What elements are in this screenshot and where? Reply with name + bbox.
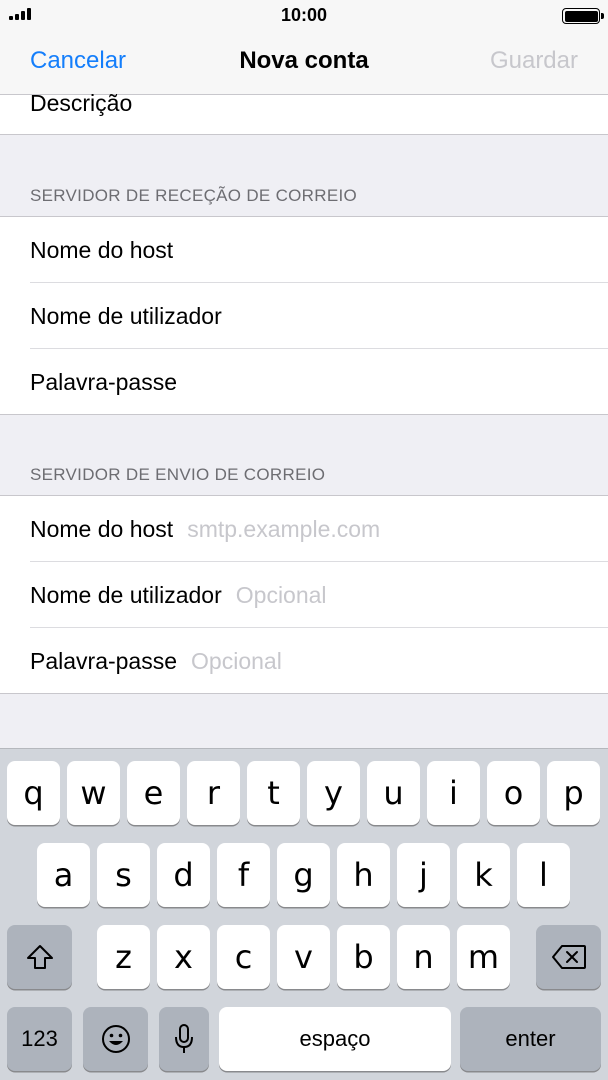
key-a[interactable]: a [37, 843, 90, 907]
key-d[interactable]: d [157, 843, 210, 907]
outgoing-username-input[interactable] [235, 581, 608, 609]
divider [0, 134, 608, 135]
key-n[interactable]: n [397, 925, 450, 989]
emoji-key[interactable] [83, 1007, 148, 1071]
outgoing-password-input[interactable] [191, 647, 608, 675]
shift-arrow-icon [26, 945, 53, 969]
key-y[interactable]: y [307, 761, 360, 825]
description-row[interactable]: Descrição [0, 90, 608, 135]
key-z[interactable]: z [97, 925, 150, 989]
divider [0, 693, 608, 694]
key-m[interactable]: m [457, 925, 510, 989]
key-e[interactable]: e [127, 761, 180, 825]
keyboard: q w e r t y u i o p a s d f g h j k l z … [0, 748, 608, 1080]
key-j[interactable]: j [397, 843, 450, 907]
space-key[interactable]: espaço [219, 1007, 451, 1071]
divider [0, 414, 608, 415]
key-f[interactable]: f [217, 843, 270, 907]
key-o[interactable]: o [487, 761, 540, 825]
key-u[interactable]: u [367, 761, 420, 825]
key-c[interactable]: c [217, 925, 270, 989]
dictation-key[interactable] [159, 1007, 209, 1071]
incoming-password-label: Palavra-passe [30, 368, 178, 395]
key-h[interactable]: h [337, 843, 390, 907]
key-l[interactable]: l [517, 843, 570, 907]
key-s[interactable]: s [97, 843, 150, 907]
navigation-bar: Cancelar Nova conta Guardar [0, 30, 608, 95]
shift-key[interactable] [7, 925, 72, 989]
outgoing-password-row[interactable]: Palavra-passe [0, 628, 608, 694]
save-button[interactable]: Guardar [490, 47, 578, 75]
key-q[interactable]: q [7, 761, 60, 825]
outgoing-username-row[interactable]: Nome de utilizador [0, 562, 608, 628]
key-g[interactable]: g [277, 843, 330, 907]
key-i[interactable]: i [427, 761, 480, 825]
key-r[interactable]: r [187, 761, 240, 825]
key-p[interactable]: p [547, 761, 600, 825]
outgoing-username-label: Nome de utilizador [30, 581, 222, 608]
key-t[interactable]: t [247, 761, 300, 825]
incoming-server-header: SERVIDOR DE RECEÇÃO DE CORREIO [30, 186, 358, 205]
microphone-icon [175, 1024, 193, 1053]
outgoing-host-label: Nome do host [30, 515, 174, 542]
incoming-username-row[interactable]: Nome de utilizador [0, 283, 608, 349]
backspace-key[interactable] [536, 925, 601, 989]
backspace-icon [551, 945, 586, 969]
emoji-icon [101, 1025, 130, 1053]
key-v[interactable]: v [277, 925, 330, 989]
enter-key[interactable]: enter [460, 1007, 601, 1071]
cancel-button[interactable]: Cancelar [30, 47, 126, 75]
outgoing-server-header: SERVIDOR DE ENVIO DE CORREIO [30, 465, 326, 484]
status-bar: 10:00 [0, 0, 608, 30]
incoming-username-label: Nome de utilizador [30, 302, 222, 329]
incoming-password-row[interactable]: Palavra-passe [0, 349, 608, 415]
key-w[interactable]: w [67, 761, 120, 825]
numbers-key[interactable]: 123 [7, 1007, 72, 1071]
status-time: 10:00 [280, 5, 328, 25]
incoming-host-label: Nome do host [30, 236, 174, 263]
key-x[interactable]: x [157, 925, 210, 989]
battery-icon [562, 8, 604, 24]
outgoing-host-row[interactable]: Nome do host [0, 496, 608, 562]
incoming-host-row[interactable]: Nome do host [0, 217, 608, 283]
key-b[interactable]: b [337, 925, 390, 989]
outgoing-host-input[interactable] [187, 515, 608, 543]
description-label: Descrição [30, 90, 133, 116]
outgoing-password-label: Palavra-passe [30, 647, 178, 674]
key-k[interactable]: k [457, 843, 510, 907]
